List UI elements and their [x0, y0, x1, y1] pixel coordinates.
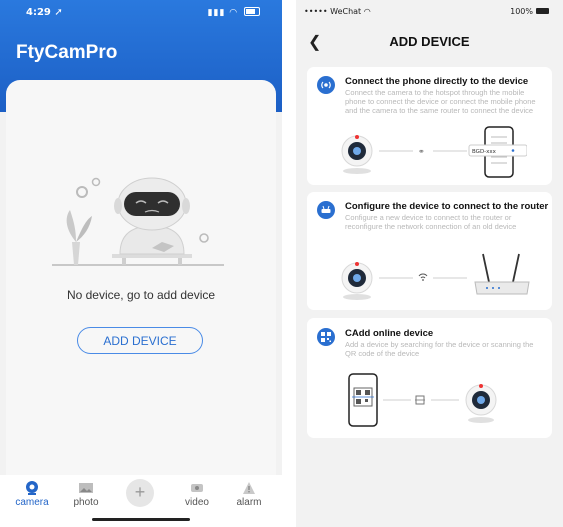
empty-state-robot-illustration — [52, 177, 224, 266]
empty-state-message: No device, go to add device — [66, 288, 216, 302]
add-button[interactable]: + — [126, 479, 154, 507]
right-phone-screen: ••••• WeChat ◠ 100% ❮ ADD DEVICE Connect… — [296, 0, 563, 527]
tab-label: camera — [15, 497, 49, 508]
option-description: Configure a new device to connect to the… — [345, 213, 517, 231]
video-icon — [191, 484, 203, 492]
tab-photo[interactable]: photo — [61, 481, 111, 508]
status-carrier: ••••• WeChat ◠ — [304, 7, 371, 16]
option-title: Connect the phone directly to the device — [345, 76, 529, 87]
option-direct-connect[interactable]: Connect the phone directly to the device… — [307, 67, 552, 185]
tab-label: alarm — [236, 497, 262, 508]
home-indicator — [92, 518, 190, 521]
option-description: Add a device by searching for the device… — [345, 340, 534, 358]
status-bar: ••••• WeChat ◠ 100% — [296, 0, 563, 22]
svg-text:⚭: ⚭ — [418, 147, 425, 156]
router-icon — [317, 201, 335, 219]
option-configure-router[interactable]: Configure the device to connect to the r… — [307, 192, 552, 310]
alarm-icon — [243, 482, 255, 494]
nav-bar: ❮ ADD DEVICE — [296, 30, 563, 56]
tab-label: photo — [73, 497, 99, 508]
router-illustration — [341, 253, 530, 300]
phone-ssid-label: BGD-xxx — [472, 149, 497, 155]
tab-alarm[interactable]: alarm — [224, 481, 274, 508]
status-bar: 4:29 ➚ ▮▮▮ ◠ — [0, 0, 282, 26]
status-battery: 100% — [510, 7, 549, 16]
battery-icon — [536, 8, 549, 14]
add-device-button[interactable]: ADD DEVICE — [77, 327, 203, 354]
option-description: Connect the camera to the hotspot throug… — [345, 88, 536, 115]
option-title: Configure the device to connect to the r… — [345, 201, 549, 212]
status-time: 4:29 ➚ — [26, 7, 63, 18]
app-title: FtyCamPro — [16, 42, 118, 63]
tab-camera[interactable]: camera — [7, 481, 57, 508]
scan-qr-illustration — [348, 373, 497, 427]
hotspot-icon — [317, 76, 335, 94]
page-title: ADD DEVICE — [389, 34, 470, 49]
camera-icon — [26, 481, 38, 495]
left-phone-screen: 4:29 ➚ ▮▮▮ ◠ FtyCamPro No device, go to — [0, 0, 282, 527]
photo-icon — [79, 483, 93, 493]
option-title: CAdd online device — [345, 328, 434, 339]
option-online-device[interactable]: CAdd online device Add a device by searc… — [307, 318, 552, 438]
tab-video[interactable]: video — [172, 481, 222, 508]
battery-icon — [244, 7, 260, 16]
scan-icon — [317, 328, 335, 346]
direct-connect-illustration: ⚭ BGD-xxx — [341, 126, 527, 178]
status-indicators: ▮▮▮ ◠ — [208, 6, 260, 18]
tab-label: video — [185, 497, 209, 508]
